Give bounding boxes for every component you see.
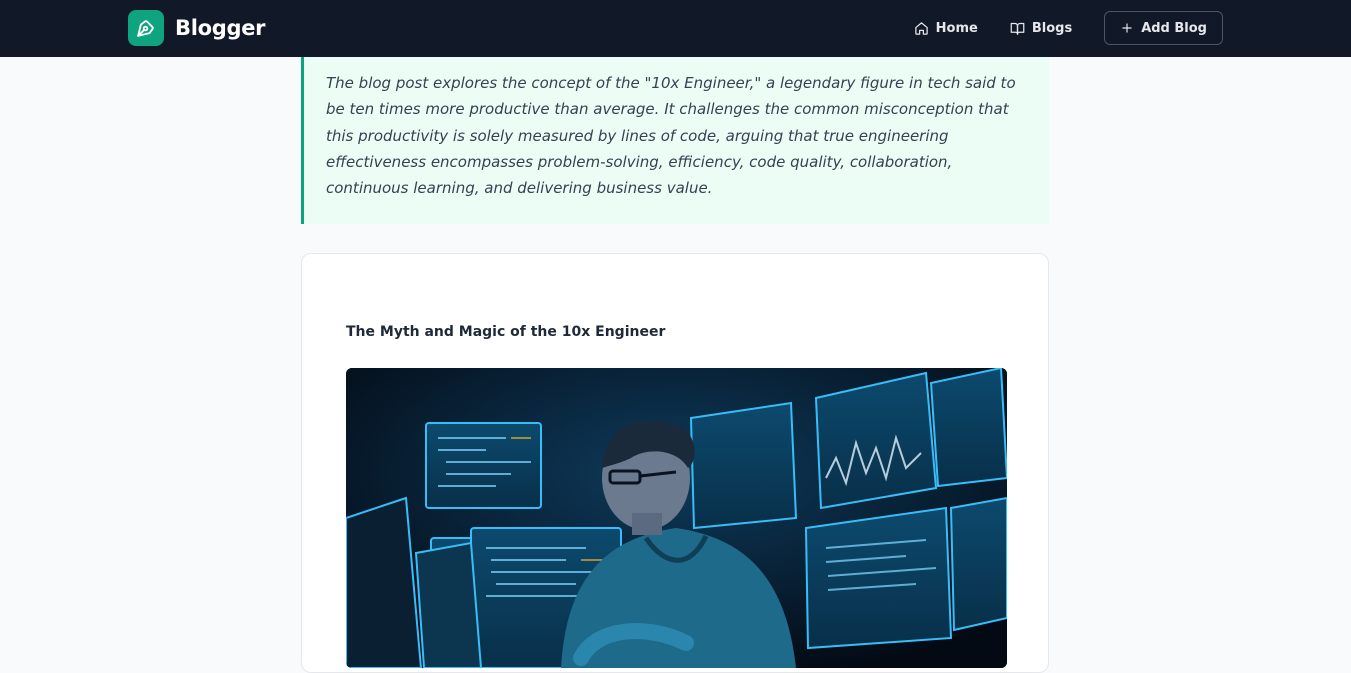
nav-blogs-link[interactable]: Blogs — [1010, 21, 1072, 36]
book-open-icon — [1010, 22, 1025, 35]
post-title: The Myth and Magic of the 10x Engineer — [346, 324, 666, 340]
engineer-illustration — [346, 368, 1007, 668]
nav-home-label: Home — [935, 20, 978, 36]
plus-icon — [1122, 23, 1132, 33]
summary-text: The blog post explores the concept of th… — [326, 74, 1016, 198]
navbar: Blogger Home Blogs Add Blog — [0, 0, 1351, 57]
summary-blockquote: The blog post explores the concept of th… — [301, 57, 1049, 224]
brand-link[interactable]: Blogger — [128, 10, 266, 46]
nav-links: Home Blogs Add Blog — [914, 11, 1223, 45]
home-icon — [914, 21, 928, 35]
add-blog-label: Add Blog — [1141, 20, 1207, 36]
blog-post-card: The Myth and Magic of the 10x Engineer — [301, 253, 1049, 673]
pen-nib-icon — [128, 10, 164, 46]
nav-blogs-label: Blogs — [1031, 20, 1073, 36]
add-blog-button[interactable]: Add Blog — [1104, 11, 1223, 45]
brand-name: Blogger — [175, 16, 266, 40]
post-cover-image — [346, 368, 1007, 668]
nav-home-link[interactable]: Home — [914, 21, 978, 36]
